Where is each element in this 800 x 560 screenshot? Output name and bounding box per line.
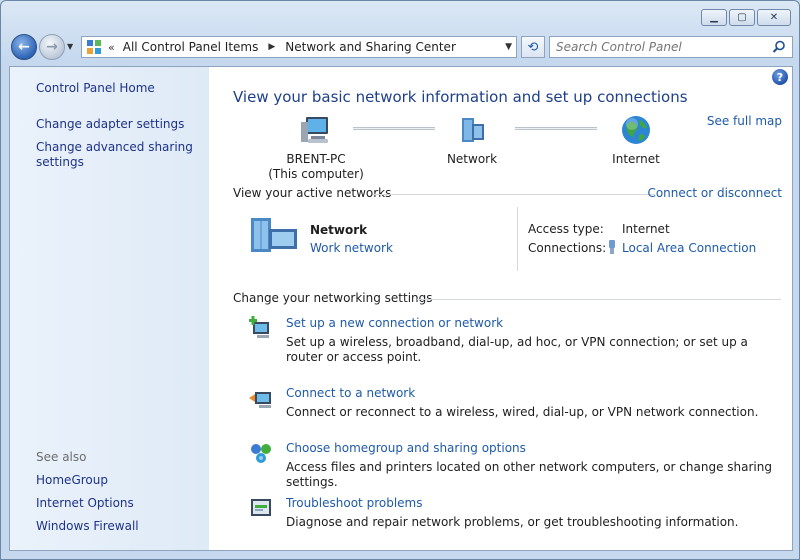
control-panel-icon — [86, 39, 102, 55]
active-network-icon — [249, 215, 299, 258]
connections-label: Connections: — [528, 241, 607, 255]
troubleshoot-icon — [249, 496, 273, 520]
globe-icon — [620, 114, 652, 146]
sidebar: Control Panel Home Change adapter settin… — [10, 67, 209, 550]
close-button[interactable]: ✕ — [757, 9, 791, 26]
breadcrumb-network-sharing[interactable]: Network and Sharing Center — [285, 40, 466, 54]
map-node-network[interactable]: Network — [432, 114, 512, 167]
homegroup-icon — [249, 441, 273, 465]
sidebar-homegroup[interactable]: HomeGroup — [36, 473, 196, 488]
map-node-computer[interactable]: BRENT-PC (This computer) — [261, 114, 371, 182]
connect-network-description: Connect or reconnect to a wireless, wire… — [286, 405, 759, 419]
main-panel: ? View your basic network information an… — [209, 67, 792, 550]
computer-name: BRENT-PC — [286, 152, 346, 166]
homegroup-sharing-link[interactable]: Choose homegroup and sharing options — [286, 441, 526, 455]
see-full-map-link[interactable]: See full map — [707, 114, 782, 128]
computer-icon — [300, 114, 332, 146]
homegroup-sharing-description: Access files and printers located on oth… — [286, 460, 772, 489]
connect-or-disconnect-link[interactable]: Connect or disconnect — [647, 186, 782, 200]
troubleshoot-description: Diagnose and repair network problems, or… — [286, 515, 739, 529]
recent-pages-dropdown[interactable]: ▼ — [67, 42, 73, 51]
local-area-connection-link[interactable]: Local Area Connection — [622, 241, 756, 255]
breadcrumb-all-items[interactable]: All Control Panel Items — [123, 40, 269, 54]
breadcrumb-overflow-icon[interactable]: « — [108, 41, 115, 54]
new-connection-icon — [249, 316, 273, 340]
breadcrumb-separator-icon[interactable]: ▶ — [268, 42, 285, 52]
networking-settings-heading: Change your networking settings — [233, 291, 433, 305]
sidebar-windows-firewall[interactable]: Windows Firewall — [36, 519, 196, 534]
minimize-button[interactable]: ▁ — [701, 9, 727, 26]
map-connector-left — [353, 127, 435, 130]
navigation-bar: ← → ▼ « All Control Panel Items ▶ Networ… — [9, 33, 793, 61]
map-connector-right — [515, 127, 597, 130]
forward-button[interactable]: → — [39, 34, 65, 60]
search-icon[interactable] — [772, 40, 786, 54]
connect-network-link[interactable]: Connect to a network — [286, 386, 415, 400]
network-icon — [456, 114, 488, 146]
internet-node-label: Internet — [612, 152, 660, 166]
active-network-name: Network — [310, 223, 368, 237]
see-also-heading: See also — [36, 450, 87, 464]
search-input[interactable] — [556, 40, 766, 54]
page-title: View your basic network information and … — [233, 88, 688, 106]
work-network-link[interactable]: Work network — [310, 241, 393, 255]
caption-buttons: ▁ ▢ ✕ — [701, 9, 791, 26]
setup-connection-link[interactable]: Set up a new connection or network — [286, 316, 503, 330]
networking-settings-divider — [417, 299, 781, 300]
active-networks-heading: View your active networks — [233, 186, 392, 200]
troubleshoot-link[interactable]: Troubleshoot problems — [286, 496, 422, 510]
sidebar-change-adapter-settings[interactable]: Change adapter settings — [36, 117, 196, 132]
back-button[interactable]: ← — [11, 34, 37, 60]
network-node-label: Network — [446, 152, 498, 166]
address-bar[interactable]: « All Control Panel Items ▶ Network and … — [81, 36, 517, 58]
access-type-label: Access type: — [528, 222, 604, 236]
content-area: Control Panel Home Change adapter settin… — [9, 66, 793, 551]
active-networks-divider — [373, 194, 655, 195]
setup-connection-description: Set up a wireless, broadband, dial-up, a… — [286, 335, 748, 364]
sidebar-control-panel-home[interactable]: Control Panel Home — [36, 81, 196, 96]
computer-sublabel: (This computer) — [268, 167, 364, 181]
sidebar-change-advanced-sharing[interactable]: Change advanced sharing settings — [36, 140, 196, 170]
help-icon[interactable]: ? — [772, 69, 788, 85]
map-node-internet[interactable]: Internet — [596, 114, 676, 167]
refresh-button[interactable]: ⟲ — [521, 36, 545, 58]
address-dropdown-icon[interactable]: ▼ — [505, 42, 512, 52]
maximize-button[interactable]: ▢ — [729, 9, 755, 26]
ethernet-icon — [607, 240, 617, 257]
active-network-vertical-divider — [517, 207, 518, 271]
access-type-value: Internet — [622, 222, 670, 236]
sidebar-internet-options[interactable]: Internet Options — [36, 496, 196, 511]
search-box — [549, 36, 793, 58]
window-frame: ▁ ▢ ✕ ← → ▼ « All Control Panel Items ▶ … — [0, 0, 800, 560]
connect-network-icon — [249, 386, 273, 410]
